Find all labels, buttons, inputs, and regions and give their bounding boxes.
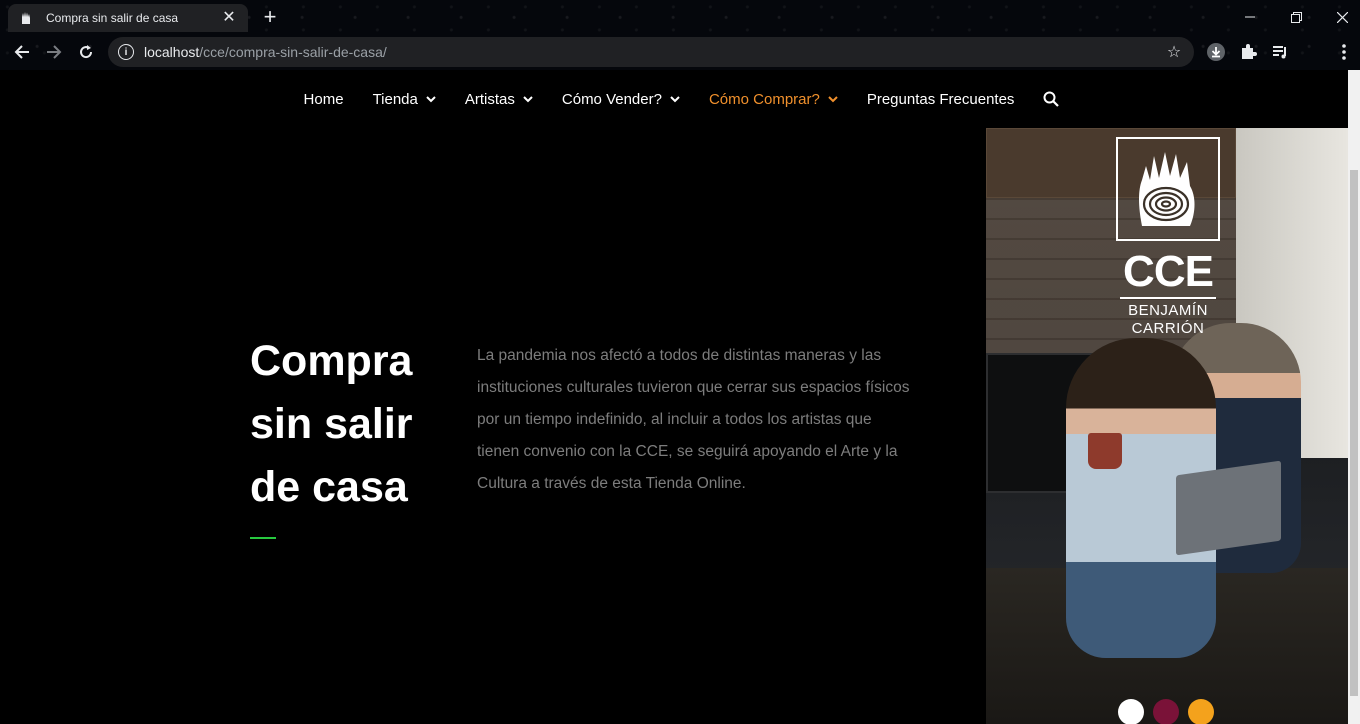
forward-icon[interactable] bbox=[40, 38, 68, 66]
scrollbar[interactable] bbox=[1348, 70, 1360, 724]
menu-icon[interactable] bbox=[1332, 40, 1356, 64]
hand-favicon-icon bbox=[18, 10, 34, 26]
nav-item-label: Home bbox=[303, 90, 344, 108]
plus-icon[interactable]: + bbox=[258, 6, 282, 30]
url-host: localhost bbox=[144, 44, 200, 60]
nav-item-label: Artistas bbox=[464, 90, 515, 108]
color-dot[interactable] bbox=[1153, 699, 1179, 724]
photo-mug bbox=[1088, 433, 1122, 469]
nav-item-label: Cómo Vender? bbox=[561, 90, 662, 108]
logo-subtitle: BENJAMÍN bbox=[1128, 302, 1208, 319]
nav-item-como-comprar[interactable]: Cómo Comprar? bbox=[709, 91, 838, 108]
photo-laptop bbox=[1176, 460, 1281, 556]
info-icon[interactable]: i bbox=[118, 44, 134, 60]
search-icon[interactable] bbox=[1043, 91, 1059, 107]
page-title: Compra sin salir de casa bbox=[250, 330, 450, 519]
scroll-thumb[interactable] bbox=[1350, 170, 1358, 696]
page-title-line: Compra bbox=[250, 337, 413, 385]
address-bar[interactable]: i localhost/cce/compra-sin-salir-de-casa… bbox=[108, 37, 1194, 67]
star-icon[interactable]: ☆ bbox=[1164, 42, 1184, 62]
minimize-icon[interactable] bbox=[1230, 6, 1270, 28]
url-path: /cce/compra-sin-salir-de-casa/ bbox=[199, 44, 387, 60]
restore-icon[interactable] bbox=[1276, 6, 1316, 28]
nav-item-label: Preguntas Frecuentes bbox=[866, 90, 1015, 108]
media-playlist-icon[interactable] bbox=[1268, 40, 1292, 64]
browser-chrome: Compra sin salir de casa ✕ + i localhost… bbox=[0, 0, 1360, 70]
nav-item-label: Cómo Comprar? bbox=[708, 90, 820, 108]
intro-paragraph: La pandemia nos afectó a todos de distin… bbox=[477, 347, 910, 492]
chevron-down-icon bbox=[828, 95, 838, 103]
nav-item-home[interactable]: Home bbox=[304, 91, 344, 108]
title-accent-divider bbox=[250, 537, 276, 539]
logo-divider bbox=[1120, 297, 1216, 299]
close-icon[interactable]: ✕ bbox=[220, 9, 238, 27]
page-title-line: sin salir bbox=[250, 400, 413, 448]
extensions-icon[interactable] bbox=[1236, 40, 1260, 64]
chevron-down-icon bbox=[426, 95, 436, 103]
browser-tab[interactable]: Compra sin salir de casa ✕ bbox=[8, 4, 248, 32]
download-icon[interactable] bbox=[1204, 40, 1228, 64]
page-title-line: de casa bbox=[250, 463, 408, 511]
close-window-icon[interactable] bbox=[1322, 6, 1360, 28]
cce-logo: CCE BENJAMÍN CARRIÓN bbox=[1116, 137, 1220, 337]
chevron-down-icon bbox=[523, 95, 533, 103]
logo-wordmark: CCE bbox=[1123, 247, 1214, 296]
nav-item-tienda[interactable]: Tienda bbox=[373, 91, 436, 108]
color-dot[interactable] bbox=[1188, 699, 1214, 724]
chevron-down-icon bbox=[670, 95, 680, 103]
site-navigation: Home Tienda Artistas Cómo Vender? Cómo C… bbox=[0, 70, 1348, 128]
hand-logo-icon bbox=[1116, 137, 1220, 241]
color-dot[interactable] bbox=[1118, 699, 1144, 724]
back-icon[interactable] bbox=[8, 38, 36, 66]
reload-icon[interactable] bbox=[72, 38, 100, 66]
color-dots bbox=[1118, 699, 1223, 724]
browser-toolbar: i localhost/cce/compra-sin-salir-de-casa… bbox=[0, 34, 1360, 70]
nav-item-artistas[interactable]: Artistas bbox=[465, 91, 533, 108]
url-text[interactable]: localhost/cce/compra-sin-salir-de-casa/ bbox=[144, 44, 1164, 60]
logo-subtitle: CARRIÓN bbox=[1131, 320, 1205, 337]
tab-title: Compra sin salir de casa bbox=[46, 11, 179, 25]
hero-photo: CCE BENJAMÍN CARRIÓN bbox=[986, 128, 1348, 724]
nav-item-como-vender[interactable]: Cómo Vender? bbox=[562, 91, 680, 108]
nav-item-label: Tienda bbox=[372, 90, 418, 108]
nav-item-preguntas-frecuentes[interactable]: Preguntas Frecuentes bbox=[867, 91, 1015, 108]
